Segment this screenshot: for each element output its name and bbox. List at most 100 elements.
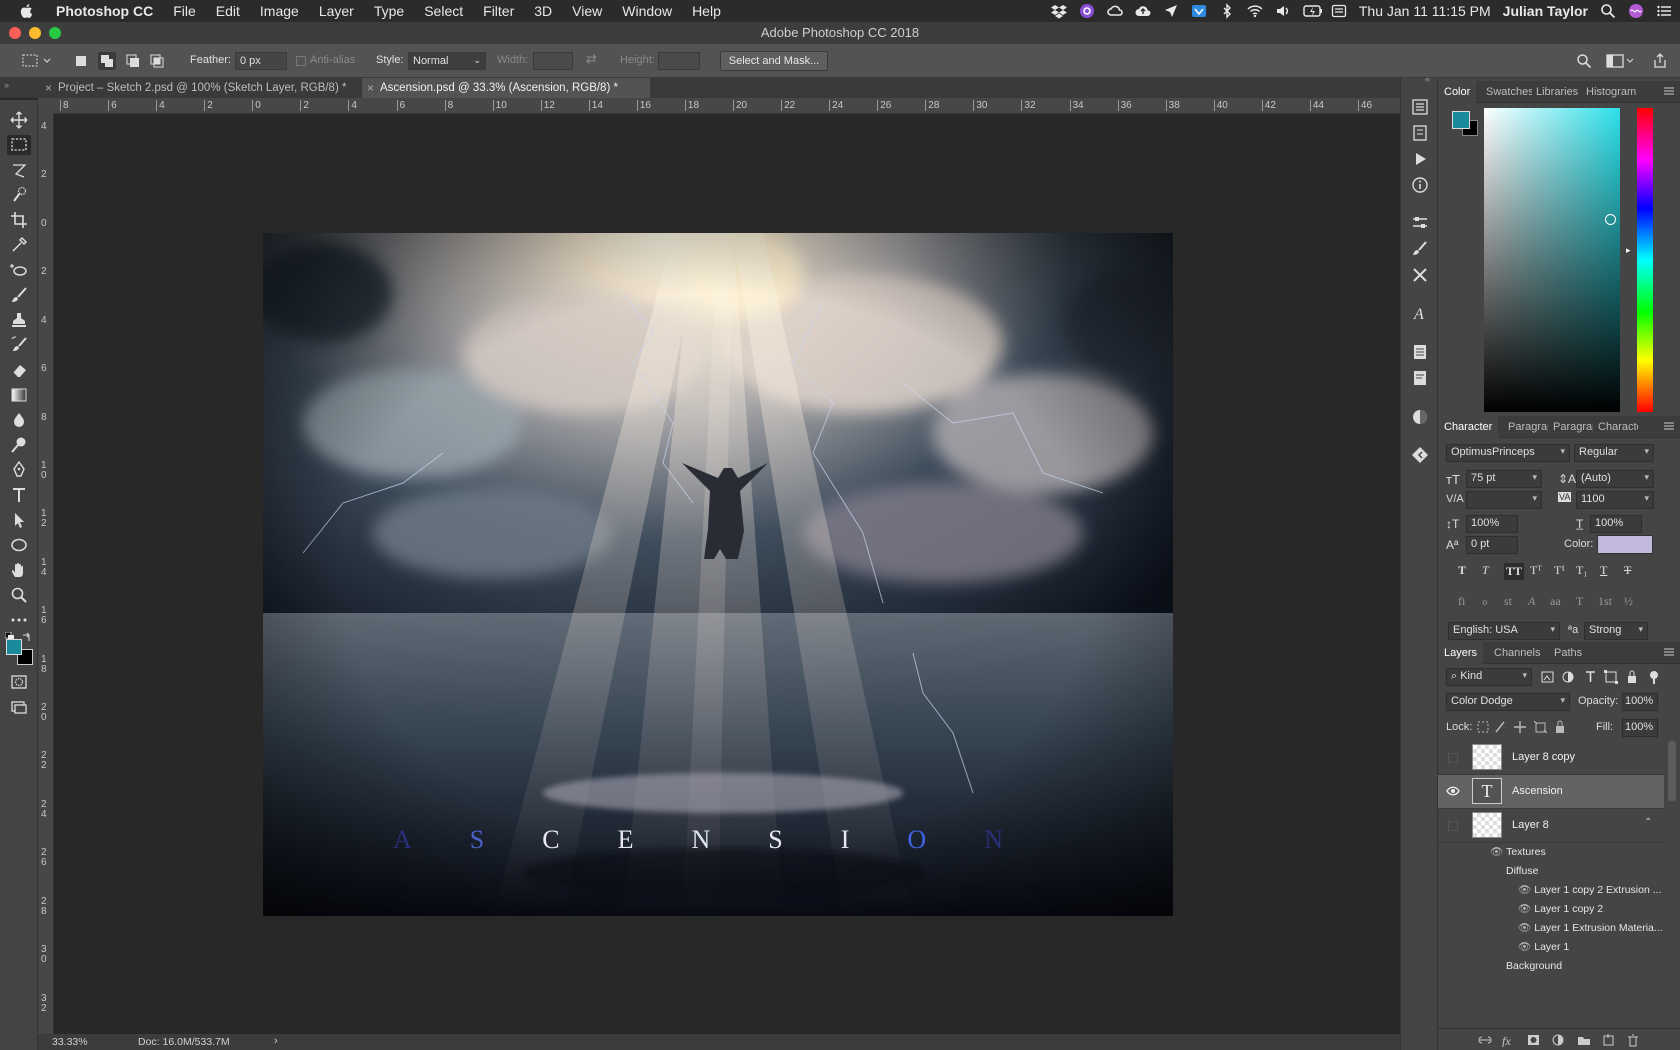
tab-paragraph-styles[interactable]: Paragraph <box>1553 416 1593 438</box>
menu-type[interactable]: Type <box>364 0 414 22</box>
textures-group[interactable]: 👁 Textures <box>1490 843 1546 862</box>
panel-menu-icon[interactable] <box>1664 648 1674 656</box>
menu-window[interactable]: Window <box>612 0 682 22</box>
layer-row[interactable]: Layer 8 ⌃ <box>1438 809 1664 843</box>
blend-mode-select[interactable]: Color Dodge ▾ <box>1446 693 1570 711</box>
tab-character[interactable]: Character <box>1438 416 1499 438</box>
leading-field[interactable]: (Auto) ▾ <box>1576 470 1654 488</box>
bluetooth-icon[interactable] <box>1219 3 1235 19</box>
eye-icon[interactable]: 👁 <box>1518 903 1534 915</box>
style-select[interactable]: Normal ⌄ <box>408 52 486 70</box>
ellipse-tool[interactable] <box>7 535 31 555</box>
glyphs-icon[interactable]: A <box>1411 304 1429 322</box>
ruler-origin[interactable] <box>38 98 54 114</box>
color-field[interactable] <box>1484 108 1620 412</box>
tab-color[interactable]: Color <box>1438 81 1477 103</box>
foreground-color-swatch[interactable] <box>6 639 22 655</box>
blur-tool[interactable] <box>7 410 31 430</box>
all-caps-button[interactable]: TT <box>1504 563 1525 580</box>
text-color-swatch[interactable] <box>1597 535 1653 554</box>
visibility-toggle[interactable] <box>1448 821 1458 831</box>
doc-size[interactable]: Doc: 16.0M/533.7M <box>138 1036 230 1048</box>
vpn-icon[interactable] <box>1191 3 1207 19</box>
background-group[interactable]: Background <box>1506 957 1562 976</box>
swash-button[interactable]: A <box>1528 594 1535 609</box>
eye-icon[interactable]: 👁 <box>1518 941 1534 953</box>
underline-button[interactable]: T <box>1600 563 1607 578</box>
quick-selection-tool[interactable] <box>7 185 31 205</box>
menu-select[interactable]: Select <box>414 0 473 22</box>
play-actions-icon[interactable] <box>1411 150 1429 168</box>
subscript-button[interactable]: T₁ <box>1576 563 1588 578</box>
fractions-button[interactable]: ½ <box>1624 594 1633 609</box>
tab-project-sketch[interactable]: × Project – Sketch 2.psd @ 100% (Sketch … <box>40 78 362 98</box>
menu-image[interactable]: Image <box>250 0 309 22</box>
ligatures-button[interactable]: fi <box>1458 594 1465 609</box>
diffuse-group[interactable]: Diffuse <box>1506 862 1539 881</box>
eraser-tool[interactable] <box>7 360 31 380</box>
discretionary-ligatures-button[interactable]: st <box>1504 594 1512 609</box>
tab-libraries[interactable]: Libraries <box>1536 81 1578 103</box>
chevron-right-icon[interactable]: › <box>274 1035 278 1047</box>
hue-slider-handle[interactable]: ▸ <box>1626 245 1631 256</box>
font-style-select[interactable]: Regular ▾ <box>1574 444 1654 462</box>
superscript-button[interactable]: T¹ <box>1554 563 1565 578</box>
dodge-tool[interactable] <box>7 435 31 455</box>
search-icon[interactable] <box>1576 53 1592 69</box>
faux-italic-button[interactable]: T <box>1482 563 1489 578</box>
layer-actions-icons[interactable]: fx <box>1478 1033 1668 1047</box>
swap-colors-icon[interactable] <box>22 632 32 642</box>
fill-field[interactable]: 100% <box>1622 719 1658 737</box>
hue-slider[interactable] <box>1637 108 1653 412</box>
panel-menu-icon[interactable] <box>1664 422 1674 430</box>
kerning-field[interactable]: ▾ <box>1466 491 1542 509</box>
tab-paragraph[interactable]: Paragraph <box>1508 416 1548 438</box>
artwork-ascension[interactable]: A S C E N S I O N <box>263 233 1173 916</box>
menu-help[interactable]: Help <box>682 0 731 22</box>
old-style-button[interactable]: ℴ <box>1482 594 1488 609</box>
character-styles-icon[interactable] <box>1411 369 1429 387</box>
tool-presets-icon[interactable] <box>1411 266 1429 284</box>
more-tools-icon[interactable] <box>7 610 31 630</box>
sublayer-row[interactable]: 👁 Layer 1 copy 2 <box>1518 900 1664 919</box>
spotlight-search-icon[interactable] <box>1600 3 1616 19</box>
tab-channels[interactable]: Channels <box>1494 642 1540 664</box>
width-input[interactable] <box>533 52 573 70</box>
hand-tool[interactable] <box>7 560 31 580</box>
antialias-checkbox[interactable] <box>296 56 306 66</box>
cloud-upload-icon[interactable] <box>1135 3 1151 19</box>
sublayer-row[interactable]: 👁 Layer 1 Extrusion Materia... <box>1518 919 1664 938</box>
eye-icon[interactable] <box>1446 785 1460 797</box>
baseline-shift-field[interactable]: 0 pt <box>1466 536 1518 554</box>
panel-menu-icon[interactable] <box>1664 87 1674 95</box>
zoom-tool[interactable] <box>7 585 31 605</box>
collapse-panels-icon[interactable]: « <box>1425 74 1430 84</box>
layers-scrollbar[interactable] <box>1668 741 1676 801</box>
menu-view[interactable]: View <box>562 0 612 22</box>
menu-layer[interactable]: Layer <box>309 0 364 22</box>
font-size-field[interactable]: 75 pt ▾ <box>1466 470 1542 488</box>
menu-photoshop[interactable]: Photoshop CC <box>46 0 163 22</box>
sublayer-row[interactable]: 👁 Layer 1 <box>1518 938 1664 957</box>
styles-icon[interactable] <box>1411 408 1429 426</box>
ordinals-button[interactable]: 1st <box>1598 594 1612 609</box>
share-icon[interactable] <box>1652 53 1668 69</box>
opacity-field[interactable]: 100% <box>1622 693 1658 711</box>
expand-tools-icon[interactable]: » <box>4 80 9 90</box>
move-tool[interactable] <box>7 110 31 130</box>
battery-icon[interactable] <box>1303 3 1322 19</box>
feather-input[interactable]: 0 px <box>235 52 287 70</box>
brush-tool[interactable] <box>7 285 31 305</box>
creative-cloud-icon[interactable] <box>1107 3 1123 19</box>
layer-row[interactable]: Layer 8 copy <box>1438 741 1664 775</box>
stylistic-alternates-button[interactable]: aa <box>1550 594 1561 609</box>
gradient-tool[interactable] <box>7 385 31 405</box>
close-tab-icon[interactable]: × <box>45 78 52 98</box>
notification-center-icon[interactable] <box>1656 3 1672 19</box>
select-and-mask-button[interactable]: Select and Mask... <box>720 51 828 71</box>
eye-icon[interactable]: 👁 <box>1490 846 1506 858</box>
close-tab-icon[interactable]: × <box>367 78 374 98</box>
healing-brush-tool[interactable] <box>7 260 31 280</box>
menu-edit[interactable]: Edit <box>206 0 250 22</box>
menu-3d[interactable]: 3D <box>524 0 562 22</box>
